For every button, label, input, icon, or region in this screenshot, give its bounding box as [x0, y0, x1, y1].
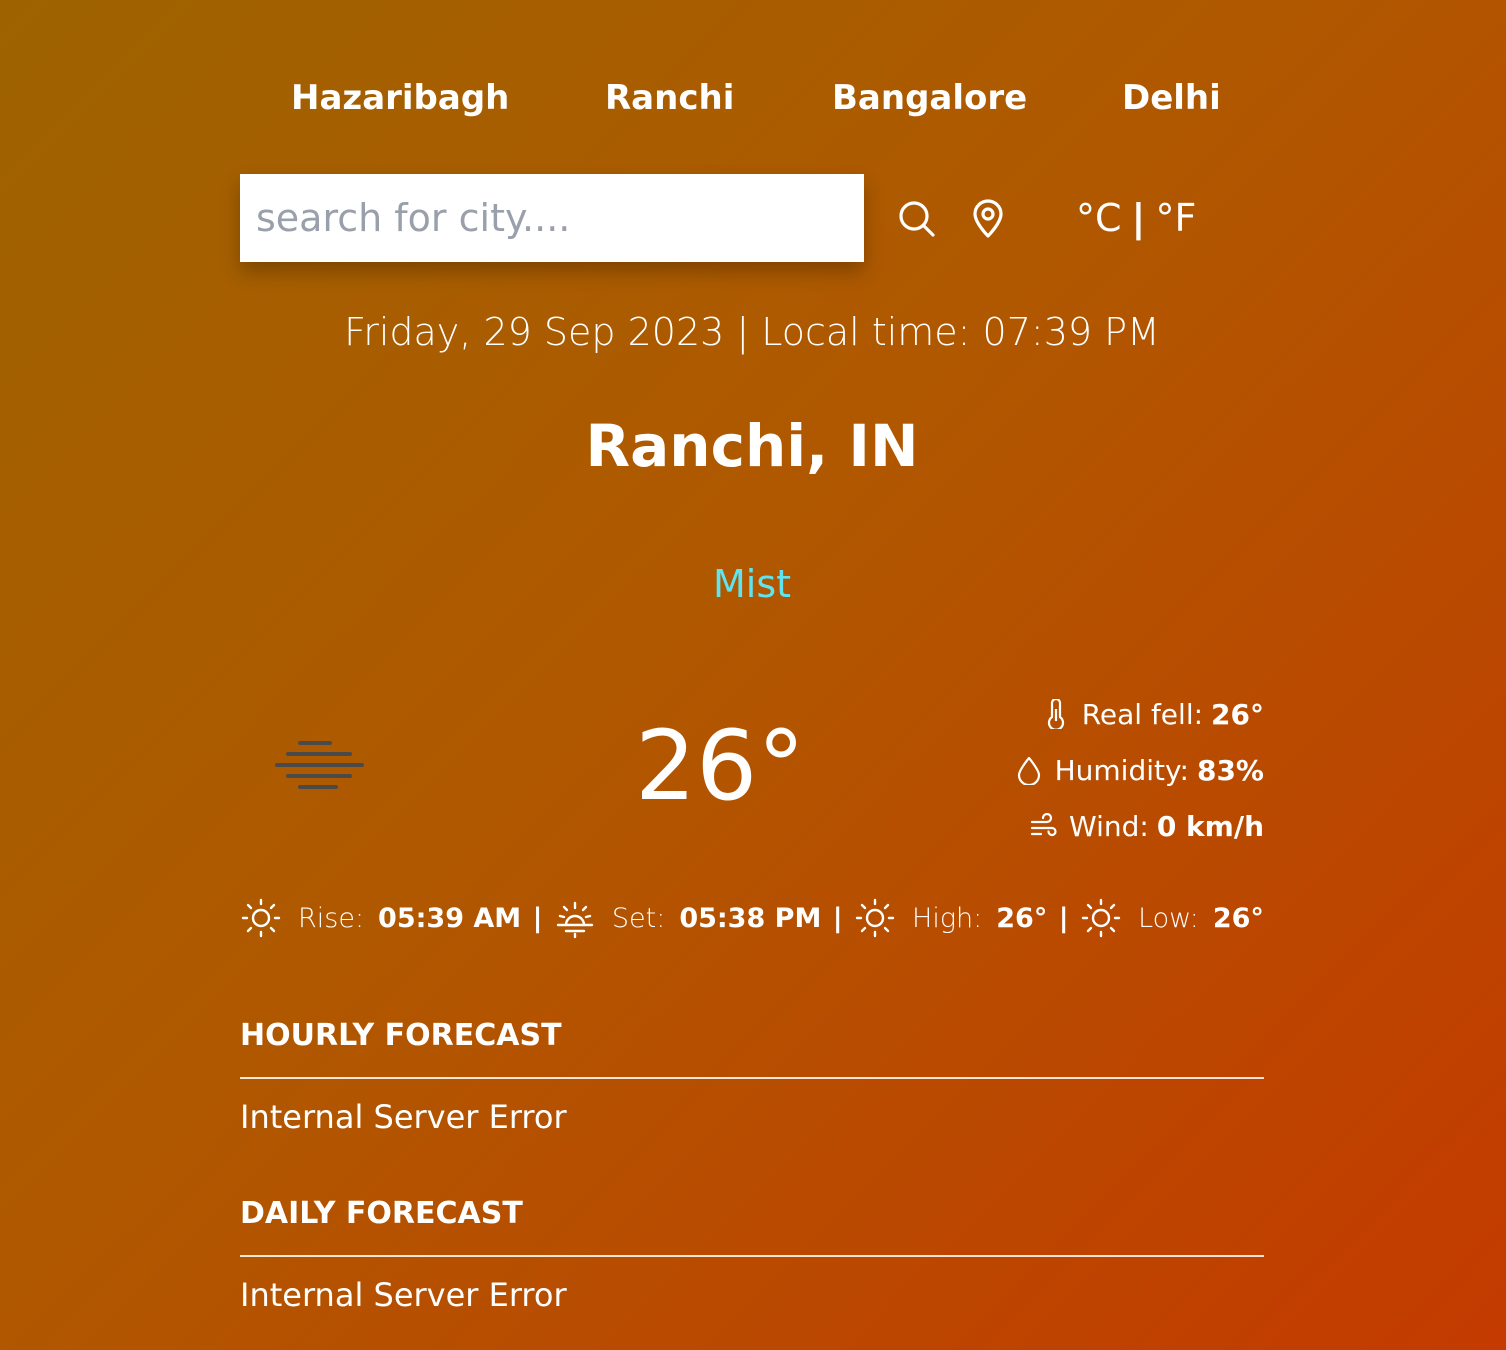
wind-value: 0 km/h: [1156, 809, 1264, 843]
high-temp-value: 26°: [996, 902, 1048, 934]
location-pin-icon[interactable]: [966, 196, 1010, 240]
humidity-label: Humidity:: [1054, 753, 1189, 787]
hourly-forecast-message: Internal Server Error: [240, 1098, 567, 1136]
sunset-label: Set:: [611, 902, 666, 934]
low-temp-value: 26°: [1212, 902, 1264, 934]
unit-separator: |: [1131, 196, 1146, 240]
wind-label: Wind:: [1069, 809, 1149, 843]
sun-icon: [241, 898, 281, 938]
weather-app: Hazaribagh Ranchi Bangalore Delhi °C|°F …: [240, 0, 1264, 1350]
current-temperature: 26°: [635, 710, 806, 822]
separator: |: [532, 902, 543, 934]
city-bar: Hazaribagh Ranchi Bangalore Delhi: [240, 68, 1264, 128]
real-feel-label: Real fell:: [1081, 697, 1204, 731]
mist-icon: [274, 734, 366, 800]
city-button-ranchi[interactable]: Ranchi: [605, 68, 734, 128]
unit-toggle: °C | °F: [1076, 188, 1196, 248]
sun-info-row: Rise: 05:39 AM | Set: 05:38 PM | High: 2…: [240, 892, 1264, 944]
hourly-forecast-title: HOURLY FORECAST: [240, 1018, 562, 1053]
low-temp-label: Low:: [1138, 902, 1199, 934]
daily-forecast-message: Internal Server Error: [240, 1276, 567, 1314]
separator: |: [832, 902, 843, 934]
sunrise-item: Rise: 05:39 AM: [240, 897, 521, 939]
location-title: Ranchi, IN: [585, 412, 919, 480]
high-temp-label: High:: [912, 902, 983, 934]
weather-condition: Mist: [712, 562, 792, 606]
humidity-value: 83%: [1196, 753, 1264, 787]
humidity-row: Humidity: 83%: [964, 742, 1264, 798]
weather-details: Real fell: 26° Humidity: 83% Wind: 0 km/…: [964, 686, 1264, 854]
high-temp-item: High: 26°: [854, 897, 1047, 939]
city-button-hazaribagh[interactable]: Hazaribagh: [291, 68, 509, 128]
wind-row: Wind: 0 km/h: [964, 798, 1264, 854]
search-input[interactable]: [240, 174, 864, 262]
low-temp-item: Low: 26°: [1080, 897, 1264, 939]
daily-forecast-title: DAILY FORECAST: [240, 1196, 523, 1231]
sun-icon: [855, 898, 895, 938]
sunrise-label: Rise:: [298, 902, 365, 934]
wind-icon: [1030, 812, 1057, 837]
city-button-delhi[interactable]: Delhi: [1122, 68, 1221, 128]
fahrenheit-button[interactable]: °F: [1155, 196, 1196, 240]
sunset-item: Set: 05:38 PM: [554, 897, 821, 939]
search-icon[interactable]: [894, 196, 938, 240]
daily-forecast-divider: [240, 1255, 1264, 1257]
sunrise-value: 05:39 AM: [378, 902, 522, 934]
date-time-line: Friday, 29 Sep 2023 | Local time: 07:39 …: [344, 310, 1160, 354]
sunset-value: 05:38 PM: [679, 902, 822, 934]
real-feel-value: 26°: [1211, 697, 1264, 731]
search-row: °C|°F: [240, 174, 1264, 262]
sun-icon: [1081, 898, 1121, 938]
real-feel-row: Real fell: 26°: [964, 686, 1264, 742]
thermometer-icon: [1047, 699, 1064, 729]
city-button-bangalore[interactable]: Bangalore: [832, 68, 1027, 128]
celsius-button[interactable]: °C: [1076, 196, 1122, 240]
separator: |: [1058, 902, 1069, 934]
sunset-icon: [556, 901, 594, 939]
droplet-icon: [1017, 756, 1040, 785]
hourly-forecast-divider: [240, 1077, 1264, 1079]
